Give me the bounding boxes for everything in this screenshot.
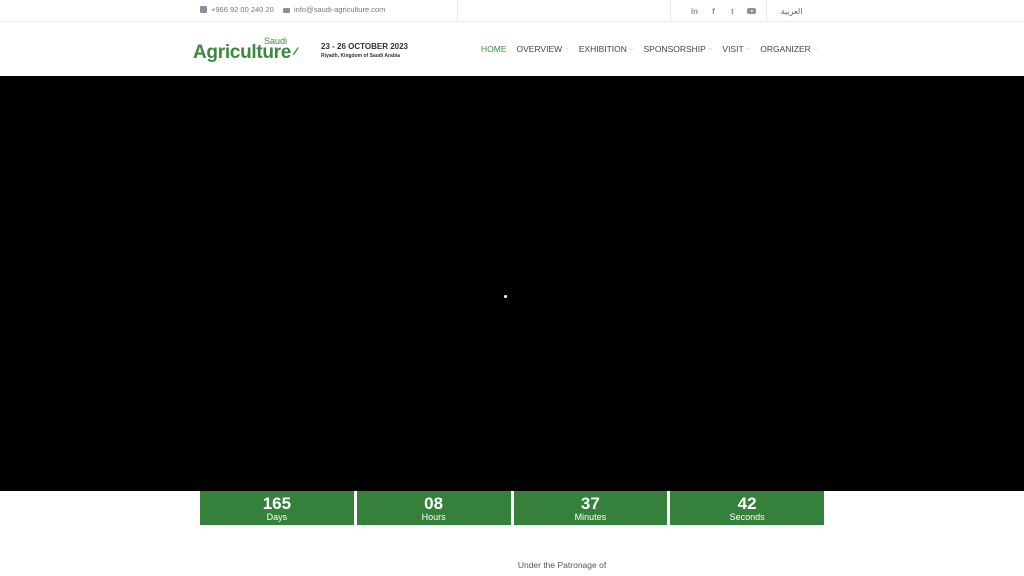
nav-label: ORGANIZER [760, 44, 811, 54]
email-address: info@saudi-agriculture.com [294, 5, 386, 14]
phone-icon [200, 6, 207, 13]
countdown-days: 165 Days [200, 491, 354, 525]
event-location: Riyadh, Kingdom of Saudi Arabia [321, 53, 400, 59]
chevron-down-icon: ⌵ [707, 45, 713, 52]
phone-contact[interactable]: +966 92 00 240 20 [200, 5, 274, 14]
hero-video[interactable] [0, 76, 1024, 491]
nav-label: VISIT [722, 44, 744, 54]
countdown-label: Hours [421, 512, 446, 522]
countdown-value: 42 [737, 494, 757, 513]
chevron-down-icon: ⌵ [812, 45, 818, 52]
countdown-seconds: 42 Seconds [670, 491, 824, 525]
countdown-label: Days [266, 512, 288, 522]
divider [670, 0, 671, 22]
countdown-value: 37 [580, 494, 600, 513]
phone-number: +966 92 00 240 20 [211, 5, 274, 14]
countdown-hours: 08 Hours [356, 491, 511, 525]
nav-sponsorship[interactable]: SPONSORSHIP ⌵ [643, 44, 712, 54]
top-bar: +966 92 00 240 20 info@saudi-agriculture… [0, 0, 1024, 22]
nav-visit[interactable]: VISIT ⌵ [722, 44, 750, 54]
countdown-label: Minutes [574, 512, 607, 522]
main-header: Saudi Agriculture ⁄⁄⁄ 23 - 26 OCTOBER 20… [0, 22, 1024, 76]
loading-spinner-icon [504, 295, 507, 298]
main-nav: HOME OVERVIEW ⌵ EXHIBITION ⌵ SPONSORSHIP… [481, 22, 827, 76]
facebook-icon[interactable]: f [709, 7, 718, 16]
countdown-value: 08 [424, 494, 444, 513]
countdown-value: 165 [262, 494, 292, 513]
chevron-down-icon: ⌵ [564, 45, 569, 52]
nav-overview[interactable]: OVERVIEW ⌵ [517, 44, 569, 54]
youtube-icon[interactable] [747, 8, 756, 14]
patronage-heading: Under the Patronage of [517, 560, 607, 570]
site-logo[interactable]: Saudi Agriculture ⁄⁄⁄ 23 - 26 OCTOBER 20… [193, 36, 413, 66]
nav-label: HOME [481, 44, 507, 54]
mail-icon [283, 7, 290, 13]
twitter-icon[interactable]: t [728, 7, 737, 16]
chevron-down-icon: ⌵ [745, 45, 751, 52]
nav-organizer[interactable]: ORGANIZER ⌵ [760, 44, 817, 54]
countdown-minutes: 37 Minutes [513, 491, 668, 525]
countdown-label: Seconds [729, 512, 765, 522]
chevron-down-icon: ⌵ [628, 45, 634, 52]
linkedin-icon[interactable]: in [690, 7, 699, 16]
nav-label: SPONSORSHIP [643, 44, 706, 54]
event-dates: 23 - 26 OCTOBER 2023 [321, 42, 409, 51]
event-countdown: 165 Days 08 Hours 37 Minutes 42 Seconds [200, 491, 824, 525]
social-links: in f t [678, 0, 768, 22]
language-switch[interactable]: العربية [766, 0, 817, 22]
nav-exhibition[interactable]: EXHIBITION ⌵ [579, 44, 634, 54]
nav-label: OVERVIEW [516, 44, 563, 54]
email-contact[interactable]: info@saudi-agriculture.com [283, 5, 385, 14]
nav-label: EXHIBITION [578, 44, 627, 54]
nav-home[interactable]: HOME [481, 44, 507, 54]
divider [457, 0, 458, 22]
logo-agriculture: Agriculture [193, 42, 292, 63]
